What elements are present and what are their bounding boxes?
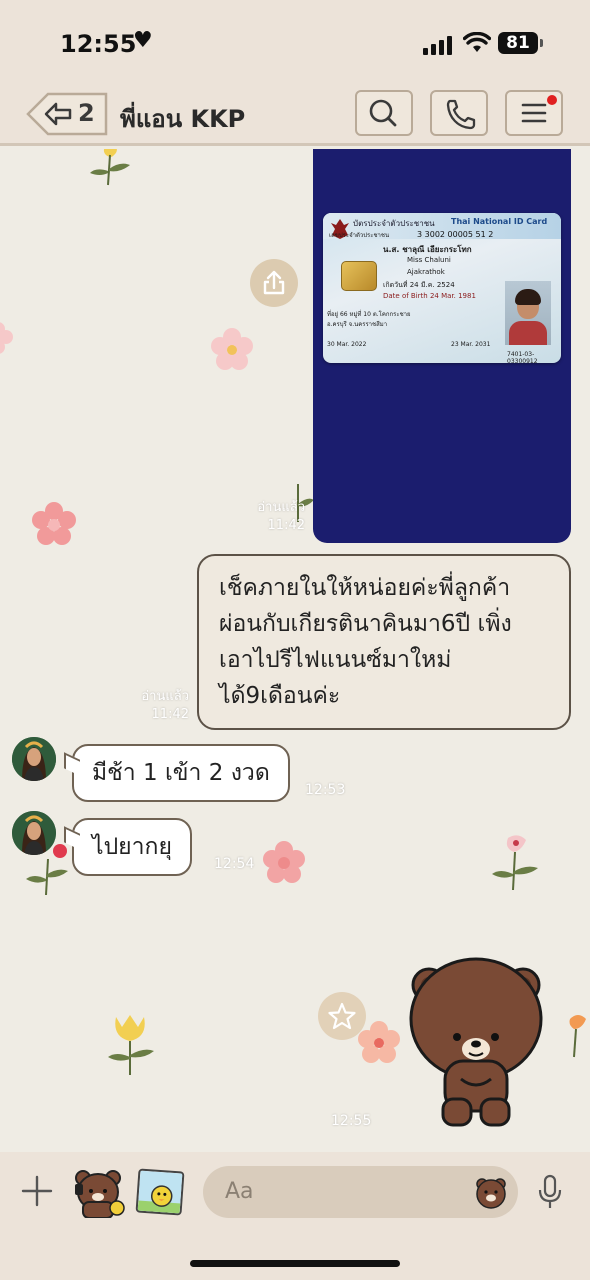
- flower-decoration: [0, 322, 13, 354]
- sticker-button[interactable]: [73, 1166, 125, 1218]
- photo-icon: [137, 1170, 185, 1216]
- wifi-icon: [463, 32, 491, 52]
- call-button[interactable]: [430, 90, 488, 136]
- search-icon: [369, 99, 397, 127]
- avatar-image: [12, 737, 56, 781]
- phone-icon: [446, 99, 476, 130]
- chat-title: พี่แอน KKP: [120, 105, 246, 133]
- message-text: ไปยากยุ: [92, 834, 172, 860]
- card-address2: อ.ครบุรี จ.นครราชสีมา: [327, 321, 388, 328]
- incoming-message[interactable]: มีช้า 1 เข้า 2 งวด: [72, 744, 290, 802]
- favorite-button[interactable]: [318, 992, 366, 1040]
- unread-count: 2: [78, 99, 95, 127]
- flower-decoration: [569, 1015, 586, 1058]
- message-time: 12:53: [305, 782, 346, 798]
- heart-icon: ♥: [133, 28, 153, 53]
- message-text: มีช้า 1 เข้า 2 งวด: [92, 760, 270, 786]
- card-dob-en: Date of Birth 24 Mar. 1981: [383, 292, 476, 300]
- flower-decoration: [211, 328, 253, 370]
- brown-bear-sticker[interactable]: [405, 949, 547, 1129]
- outgoing-message[interactable]: เช็คภายในให้หน่อยค่ะพี่ลูกค้า ผ่อนกับเกี…: [197, 554, 571, 730]
- id-card-image: บัตรประจำตัวประชาชน Thai National ID Car…: [323, 213, 561, 363]
- read-receipt-text: อ่านแล้ว 11:42: [141, 689, 189, 722]
- card-portrait: [505, 281, 551, 345]
- search-button[interactable]: [355, 90, 413, 136]
- card-title-th: บัตรประจำตัวประชาชน: [353, 219, 435, 228]
- chat-header: 2 พี่แอน KKP: [0, 80, 590, 146]
- input-placeholder: Aa: [225, 1179, 254, 1204]
- flower-decoration: [32, 502, 76, 545]
- status-time: 12:55: [60, 30, 137, 58]
- card-serial: 7401-03-03300912: [507, 351, 538, 363]
- emoji-icon[interactable]: [474, 1175, 508, 1209]
- flower-decoration: [108, 1015, 154, 1075]
- home-indicator: [190, 1260, 400, 1267]
- message-input[interactable]: Aa: [203, 1166, 518, 1218]
- share-icon: [263, 270, 285, 295]
- flower-decoration: [263, 841, 305, 883]
- avatar-image: [12, 811, 56, 855]
- status-bar: 12:55 ♥ 81: [0, 0, 590, 80]
- star-icon: [328, 1002, 356, 1030]
- battery-nub: [540, 39, 543, 47]
- card-expiry-date: 23 Mar. 2031: [451, 341, 491, 348]
- notification-dot: [547, 95, 557, 105]
- message-time: 12:54: [214, 856, 255, 872]
- menu-button[interactable]: [505, 90, 563, 136]
- share-button[interactable]: [250, 259, 298, 307]
- flower-decoration: [90, 149, 130, 186]
- card-title-en: Thai National ID Card: [451, 217, 548, 226]
- signal-icon: [423, 35, 453, 55]
- avatar[interactable]: [12, 811, 56, 855]
- card-name-th: น.ส. ชาลุณี เอียะกระโทก: [383, 245, 472, 254]
- message-line: ได้9เดือนค่ะ: [219, 683, 341, 709]
- card-chip: [341, 261, 377, 291]
- card-issue-date: 30 Mar. 2022: [327, 341, 367, 348]
- message-line: เช็คภายในให้หน่อยค่ะพี่ลูกค้า: [219, 575, 511, 601]
- message-line: ผ่อนกับเกียรตินาคินมา6ปี เพิ่ง: [219, 611, 512, 637]
- card-id-label: เลขประจำตัวประชาชน: [329, 232, 390, 239]
- message-time: 12:55: [331, 1113, 372, 1129]
- plus-icon[interactable]: [20, 1174, 54, 1208]
- battery-indicator: 81: [498, 32, 538, 54]
- card-id-number: 3 3002 00005 51 2: [417, 230, 494, 239]
- mic-icon[interactable]: [536, 1174, 564, 1210]
- gallery-button[interactable]: [135, 1168, 185, 1216]
- back-button[interactable]: [26, 92, 110, 136]
- chat-area[interactable]: บัตรประจำตัวประชาชน Thai National ID Car…: [0, 149, 590, 1152]
- card-address: ที่อยู่ 66 หมู่ที่ 10 ต.โคกกระชาย: [327, 311, 411, 318]
- message-line: เอาไปรีไฟแนนซ์มาใหม่: [219, 647, 452, 673]
- card-name-en-first: Miss Chaluni: [407, 256, 451, 264]
- incoming-message[interactable]: ไปยากยุ: [72, 818, 192, 876]
- avatar[interactable]: [12, 737, 56, 781]
- read-receipt-photo: อ่านแล้ว 11:42: [257, 500, 305, 533]
- flower-decoration: [492, 835, 538, 891]
- card-name-en-last: Ajakrathok: [407, 268, 445, 276]
- back-arrow-icon: [26, 92, 108, 136]
- card-dob-th: เกิดวันที่ 24 มี.ค. 2524: [383, 281, 455, 289]
- photo-message[interactable]: บัตรประจำตัวประชาชน Thai National ID Car…: [313, 149, 571, 543]
